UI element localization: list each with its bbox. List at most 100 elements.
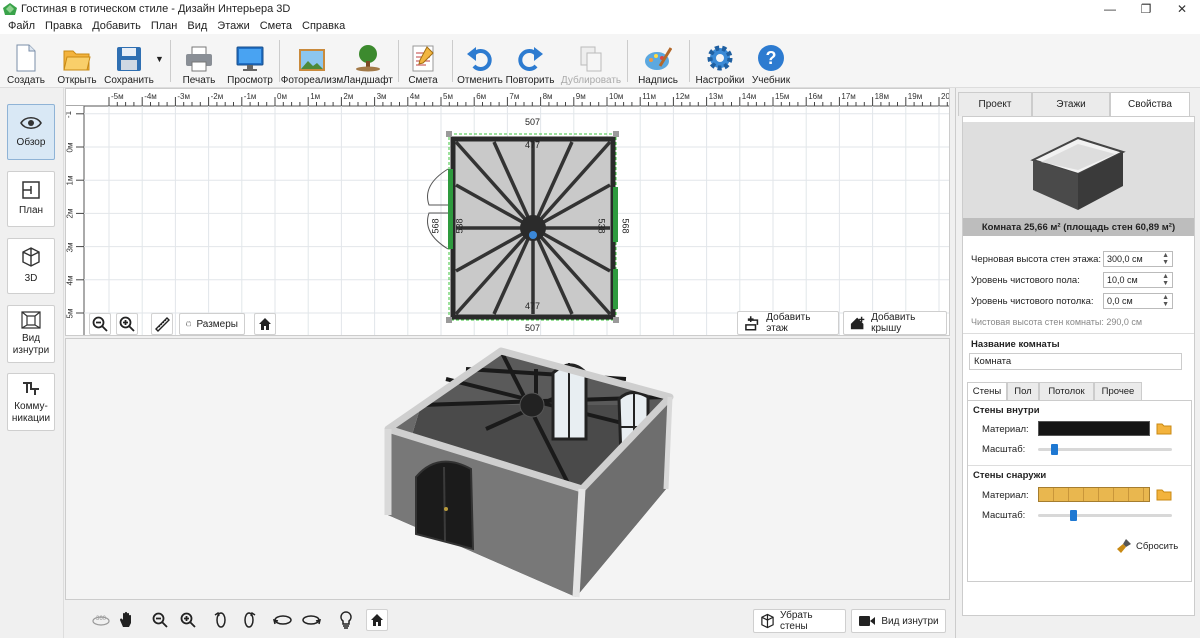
room-3d-render[interactable] [66, 339, 950, 600]
zoom-out-button[interactable] [89, 313, 111, 335]
ruler-x-label: 14м [741, 92, 757, 101]
bottom-toolbar: 360 Убрать стены Вид изнутри [65, 600, 950, 638]
measure-button[interactable] [151, 313, 173, 335]
sizes-button[interactable]: Размеры [179, 313, 245, 335]
ruler-x-label: 8м [542, 92, 553, 101]
plan-2d-view[interactable]: -5м -4м -3м -2м -1м 0м 1м 2м 3м 4м 5м 6м 7м 8м 9м 10м 11… [65, 88, 950, 336]
undo-button[interactable]: Отменить [457, 36, 503, 86]
home-icon [259, 318, 271, 330]
view-3d-button[interactable]: 3D [7, 238, 55, 294]
add-roof-button[interactable]: Добавить крышу [843, 311, 947, 335]
home-icon [371, 614, 383, 626]
lighting-button[interactable] [335, 609, 357, 631]
inside-material-swatch[interactable] [1038, 421, 1150, 436]
ruler-x-label: 9м [575, 92, 586, 101]
room-name-label: Название комнаты [971, 339, 1060, 350]
tree-icon [356, 45, 380, 72]
pan-hand-button[interactable] [116, 609, 138, 631]
rotate-360-button[interactable]: 360 [90, 609, 112, 631]
inside-view-button[interactable]: Вид изнутри [851, 609, 946, 633]
preview-button[interactable]: Просмотр [227, 36, 273, 86]
outside-scale-track[interactable] [1038, 514, 1172, 517]
dim-top-inner: 477 [525, 140, 541, 150]
inside-scale-track[interactable] [1038, 448, 1172, 451]
menu-file[interactable]: Файл [3, 20, 40, 32]
outside-material-swatch[interactable] [1038, 487, 1150, 502]
create-button[interactable]: Создать [6, 36, 46, 86]
camera-marker[interactable] [529, 231, 537, 239]
view-inside-button[interactable]: Вид изнутри [7, 305, 55, 363]
zoom-out-icon [92, 316, 108, 332]
save-button[interactable]: Сохранить [104, 36, 154, 86]
outside-scale-slider[interactable] [1069, 510, 1077, 521]
zoom-out-3d-button[interactable] [149, 609, 171, 631]
subtab-ceiling[interactable]: Потолок [1039, 382, 1094, 400]
window-marker[interactable] [613, 269, 618, 309]
floor-level-input[interactable]: 10,0 см ▲ ▼ [1103, 272, 1173, 288]
add-floor-button[interactable]: Добавить этаж [737, 311, 839, 335]
reset-button[interactable]: Сбросить [1116, 538, 1178, 554]
inside-scale-slider[interactable] [1051, 444, 1059, 455]
caption-button[interactable]: Надпись [636, 36, 680, 86]
stepper-arrows-icon[interactable]: ▲ ▼ [1162, 252, 1169, 266]
duplicate-icon [580, 46, 602, 72]
remove-walls-button[interactable]: Убрать стены [753, 609, 846, 633]
view-3d[interactable] [65, 338, 950, 600]
stepper-arrows-icon[interactable]: ▲ ▼ [1162, 273, 1169, 287]
open-button[interactable]: Открыть [56, 36, 98, 86]
menu-help[interactable]: Справка [297, 20, 350, 32]
tab-floors[interactable]: Этажи [1032, 92, 1110, 116]
tutorial-button[interactable]: ? Учебник [752, 36, 790, 86]
folder-icon[interactable] [1156, 488, 1172, 501]
tilt-down-button[interactable] [300, 609, 322, 631]
zoom-in-button[interactable] [116, 313, 138, 335]
plan-canvas[interactable] [66, 89, 950, 336]
walls-inside-title: Стены внутри [973, 405, 1040, 416]
folder-icon[interactable] [1156, 422, 1172, 435]
door-marker[interactable] [448, 169, 453, 249]
subtab-other[interactable]: Прочее [1094, 382, 1142, 400]
redo-button[interactable]: Повторить [506, 36, 554, 86]
menu-estimate[interactable]: Смета [255, 20, 297, 32]
close-button[interactable]: ✕ [1164, 0, 1200, 18]
view-plan-button[interactable]: План [7, 171, 55, 227]
zoom-out-icon [152, 612, 168, 628]
ceiling-level-input[interactable]: 0,0 см ▲ ▼ [1103, 293, 1173, 309]
rough-height-input[interactable]: 300,0 см ▲ ▼ [1103, 251, 1173, 267]
home-button[interactable] [254, 313, 276, 335]
menu-floors[interactable]: Этажи [212, 20, 254, 32]
subtab-walls[interactable]: Стены [967, 382, 1007, 400]
tab-properties[interactable]: Свойства [1110, 92, 1190, 116]
save-dropdown-icon[interactable]: ▼ [155, 54, 164, 64]
window-marker[interactable] [613, 187, 618, 242]
maximize-button[interactable]: ❐ [1128, 0, 1164, 18]
menu-add[interactable]: Добавить [87, 20, 146, 32]
duplicate-button[interactable]: Дублировать [561, 36, 621, 86]
svg-text:360: 360 [96, 616, 107, 622]
landscape-button[interactable]: Ландшафт [343, 36, 393, 86]
menu-edit[interactable]: Правка [40, 20, 87, 32]
toolbar-separator [170, 40, 171, 82]
estimate-button[interactable]: Смета [406, 36, 440, 86]
subtab-floor[interactable]: Пол [1007, 382, 1039, 400]
ruler-x-label: 18м [874, 92, 889, 101]
ruler-x-label: 4м [409, 92, 420, 101]
print-button[interactable]: Печать [180, 36, 218, 86]
minimize-button[interactable]: — [1092, 0, 1128, 18]
home-3d-button[interactable] [366, 609, 388, 631]
zoom-in-3d-button[interactable] [177, 609, 199, 631]
tab-project[interactable]: Проект [958, 92, 1032, 116]
rotate-left-button[interactable] [210, 609, 232, 631]
gear-icon [707, 45, 733, 71]
dim-left-outer: 568 [430, 218, 441, 234]
view-overview-button[interactable]: Обзор [7, 104, 55, 160]
room-name-input[interactable]: Комната [969, 353, 1182, 370]
menu-view[interactable]: Вид [182, 20, 212, 32]
rotate-right-button[interactable] [238, 609, 260, 631]
photorealism-button[interactable]: Фотореализм [281, 36, 343, 86]
stepper-arrows-icon[interactable]: ▲ ▼ [1162, 294, 1169, 308]
view-communications-button[interactable]: Комму- никации [7, 373, 55, 431]
menu-plan[interactable]: План [146, 20, 183, 32]
tilt-up-button[interactable] [272, 609, 294, 631]
settings-button[interactable]: Настройки [695, 36, 745, 86]
